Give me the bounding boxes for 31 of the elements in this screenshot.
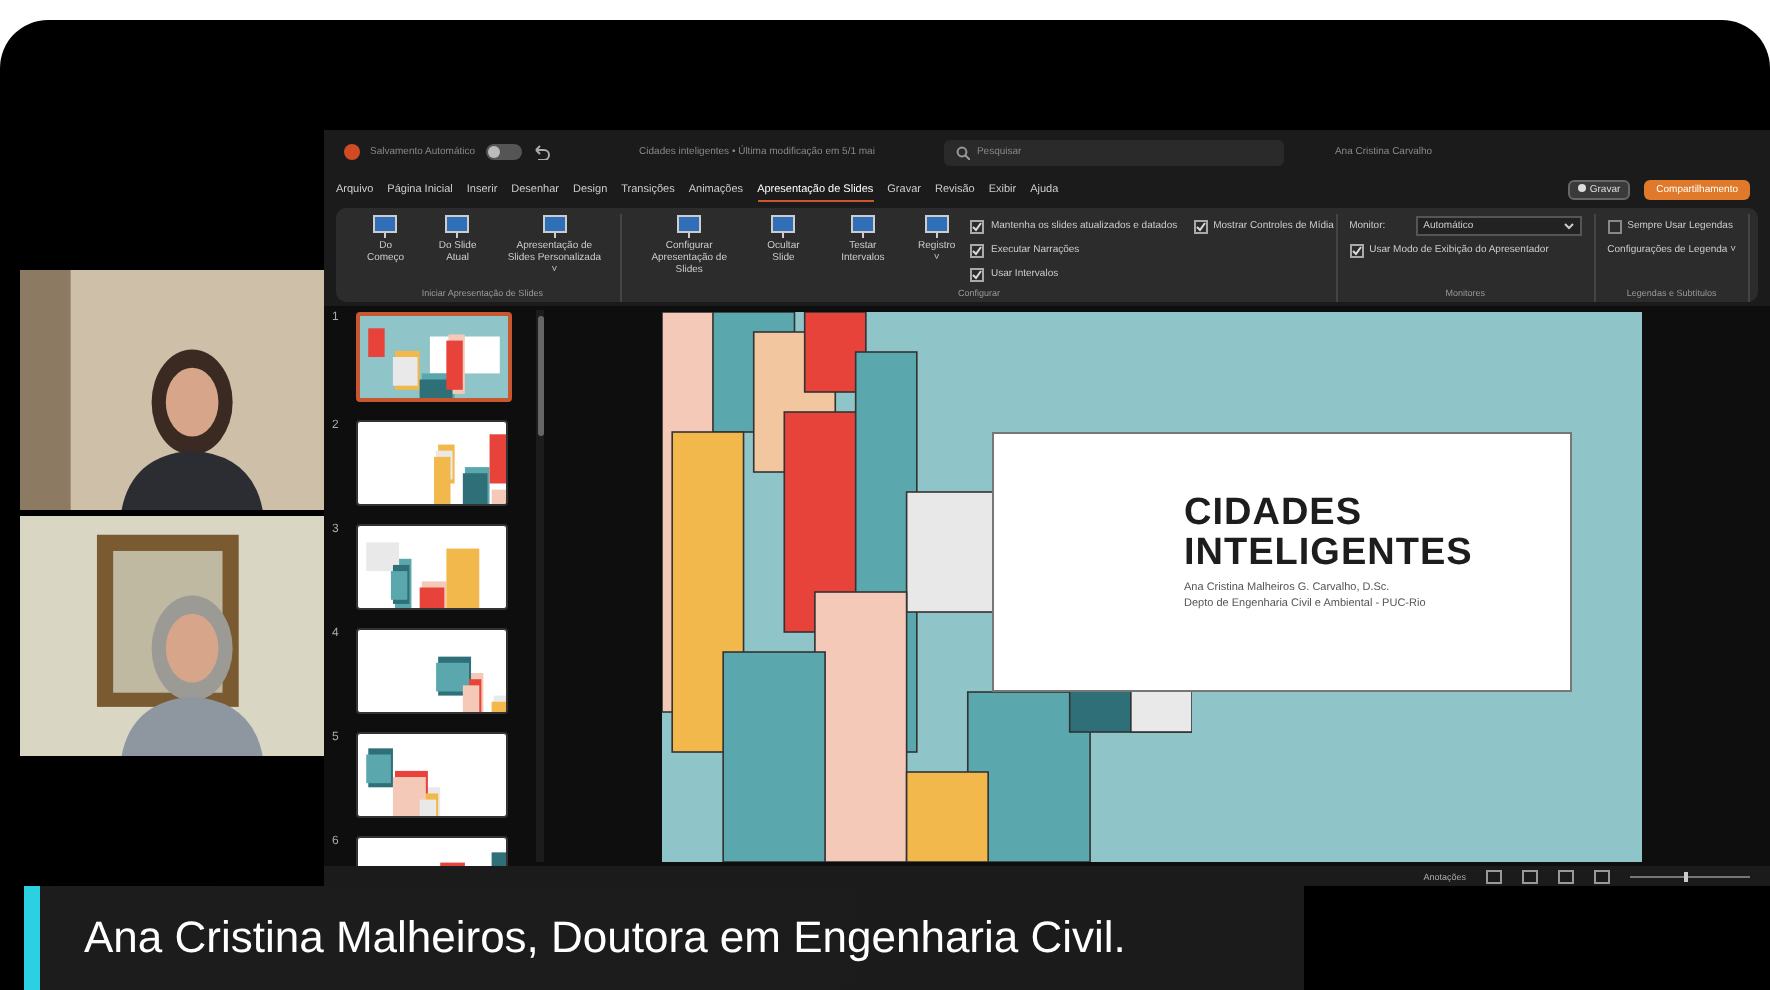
autosave-toggle[interactable] <box>485 144 522 160</box>
slide-thumbnail[interactable] <box>356 524 508 610</box>
slideshow-icon <box>444 214 471 238</box>
caret-icon <box>1563 222 1574 230</box>
search-icon <box>956 145 971 159</box>
slide-title: CIDADES <box>1184 494 1365 534</box>
checkbox[interactable] <box>970 219 985 233</box>
view-icon[interactable] <box>1522 869 1538 883</box>
checkbox[interactable] <box>1607 219 1622 233</box>
slideshow-icon <box>923 214 950 238</box>
view-icon[interactable] <box>1558 869 1574 883</box>
slideshow-icon <box>541 214 568 238</box>
checkbox[interactable] <box>1193 219 1208 233</box>
slideshow-icon <box>676 214 703 238</box>
checkbox[interactable] <box>1349 243 1364 257</box>
view-icon[interactable] <box>1486 869 1502 883</box>
slide-thumbnail[interactable] <box>356 628 508 714</box>
slideshow-icon <box>770 214 797 238</box>
record-dot-icon <box>1578 184 1587 192</box>
undo-icon[interactable] <box>531 144 550 160</box>
slide-title: INTELIGENTES <box>1184 533 1475 574</box>
slide-thumbnail[interactable] <box>356 312 512 402</box>
powerpoint-icon <box>344 144 360 160</box>
checkbox[interactable] <box>970 267 985 281</box>
slide-thumbnail[interactable] <box>356 420 508 506</box>
slide-thumbnail[interactable] <box>356 732 508 818</box>
slideshow-icon <box>372 214 399 238</box>
checkbox[interactable] <box>970 243 985 257</box>
caption-text: Ana Cristina Malheiros, Doutora em Engenharia Civil. <box>84 912 1126 964</box>
view-icon[interactable] <box>1594 869 1610 883</box>
slideshow-icon <box>849 214 876 238</box>
